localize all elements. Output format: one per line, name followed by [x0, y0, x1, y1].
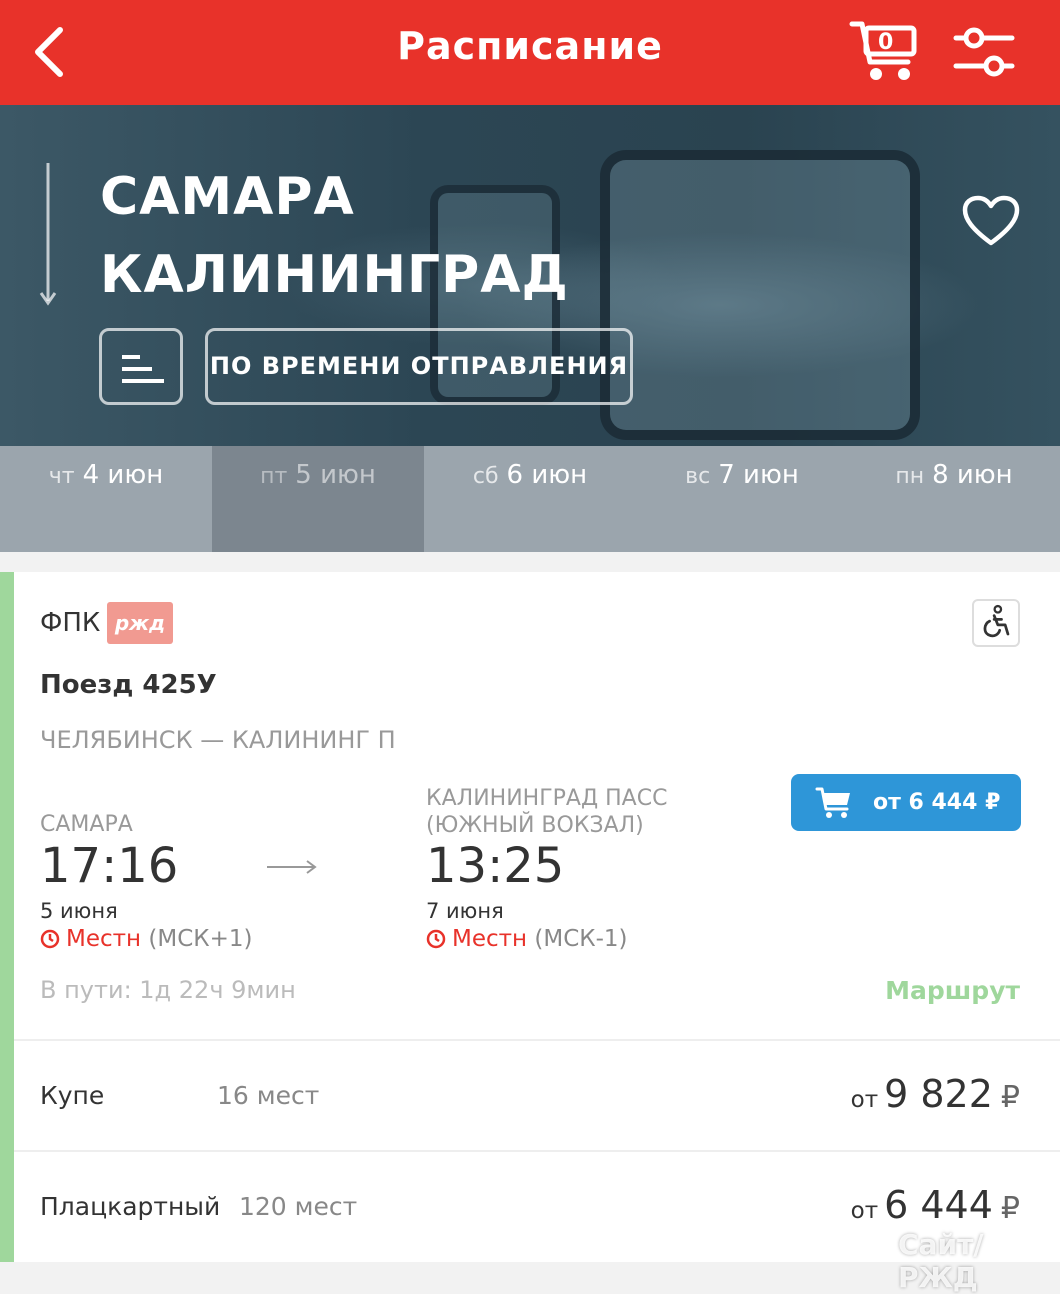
class-name: Купе: [40, 1081, 105, 1110]
date-tab-selected[interactable]: пт 5 июн: [212, 446, 424, 552]
day-of-week: пн: [895, 464, 925, 489]
arrival-timezone: Местн (МСК-1): [426, 926, 628, 952]
price-prefix: от: [850, 1087, 879, 1113]
day-of-week: вс: [685, 464, 711, 489]
price-value: 6 444: [884, 1183, 993, 1227]
arrow-right-icon: [267, 860, 317, 874]
timezone-label: Местн: [452, 926, 528, 952]
currency-sign: ₽: [1000, 1191, 1020, 1226]
clock-icon: [40, 929, 60, 949]
price-prefix: от: [850, 1198, 879, 1224]
timezone-offset: (МСК-1): [534, 926, 628, 952]
train-number: Поезд 425У: [40, 670, 217, 700]
train-route: ЧЕЛЯБИНСК — КАЛИНИНГ П: [40, 726, 396, 754]
class-name: Плацкартный: [40, 1192, 221, 1221]
buy-price-button[interactable]: от 6 444 ₽: [791, 774, 1021, 831]
route-link[interactable]: Маршрут: [885, 976, 1020, 1005]
clock-icon: [426, 929, 446, 949]
date-label: 6 июн: [506, 460, 588, 490]
departure-station: САМАРА: [40, 812, 133, 837]
arrival-station-line1: КАЛИНИНГРАД ПАСС: [426, 786, 668, 811]
arrival-time: 13:25: [426, 838, 565, 894]
currency-sign: ₽: [1000, 1080, 1020, 1115]
class-price: от 6 444 ₽: [851, 1183, 1020, 1227]
seat-count: 16 мест: [217, 1081, 320, 1110]
date-tabs: чт 4 июн пт 5 июн сб 6 июн вс 7 июн пн 8 июн: [0, 446, 1060, 552]
day-of-week: сб: [472, 464, 499, 489]
favorite-heart-icon[interactable]: [962, 195, 1020, 247]
departure-date: 5 июня: [40, 899, 118, 923]
date-label: 8 июн: [932, 460, 1013, 490]
date-tab[interactable]: сб 6 июн: [424, 446, 636, 552]
sort-lines-icon: [122, 355, 164, 383]
arrival-station-line2: (ЮЖНЫЙ ВОКЗАЛ): [426, 813, 644, 838]
date-label: 4 июн: [82, 460, 164, 490]
timezone-offset: (МСК+1): [148, 926, 253, 952]
carrier-name: ФПК: [40, 608, 101, 638]
date-label: 7 июн: [718, 460, 799, 490]
top-bar: Расписание 0: [0, 0, 1060, 105]
date-tab[interactable]: чт 4 июн: [0, 446, 212, 552]
filters-icon[interactable]: [952, 24, 1016, 80]
sort-order-button[interactable]: [99, 328, 183, 405]
sort-mode-button[interactable]: ПО ВРЕМЕНИ ОТПРАВЛЕНИЯ: [205, 328, 633, 405]
day-of-week: пт: [260, 464, 288, 489]
day-of-week: чт: [48, 464, 75, 489]
price-value: 9 822: [884, 1072, 993, 1116]
departure-timezone: Местн (МСК+1): [40, 926, 252, 952]
travel-duration: В пути: 1д 22ч 9мин: [40, 976, 296, 1004]
date-tab[interactable]: пн 8 июн: [848, 446, 1060, 552]
seat-count: 120 мест: [239, 1192, 358, 1221]
wheelchair-icon: [972, 599, 1020, 647]
arrival-date: 7 июня: [426, 899, 504, 923]
date-tab[interactable]: вс 7 июн: [636, 446, 848, 552]
route-hero: САМАРА КАЛИНИНГРАД ПО ВРЕМЕНИ ОТПРАВЛЕНИ…: [0, 105, 1060, 446]
train-card[interactable]: ФПК ржд Поезд 425У ЧЕЛЯБИНСК — КАЛИНИНГ …: [0, 572, 1060, 1262]
departure-time: 17:16: [40, 838, 179, 894]
cart-button[interactable]: 0: [848, 18, 920, 84]
direction-arrow-icon: [39, 163, 57, 306]
rzd-logo: ржд: [107, 602, 173, 644]
class-price: от 9 822 ₽: [851, 1072, 1020, 1116]
date-label: 5 июн: [295, 460, 376, 490]
arrival-station: КАЛИНИНГРАД ПАСС (ЮЖНЫЙ ВОКЗАЛ): [426, 785, 726, 839]
buy-price-label: от 6 444 ₽: [873, 790, 1001, 815]
timezone-label: Местн: [66, 926, 142, 952]
watermark: Сайт/РЖД: [898, 1228, 984, 1294]
from-city: САМАРА: [100, 167, 355, 227]
cart-count: 0: [878, 30, 894, 55]
to-city: КАЛИНИНГРАД: [100, 245, 569, 305]
divider: [14, 1039, 1060, 1041]
train-window-image: [600, 150, 920, 440]
cart-icon: [815, 787, 850, 818]
status-stripe: [0, 572, 14, 1262]
divider: [14, 1150, 1060, 1152]
